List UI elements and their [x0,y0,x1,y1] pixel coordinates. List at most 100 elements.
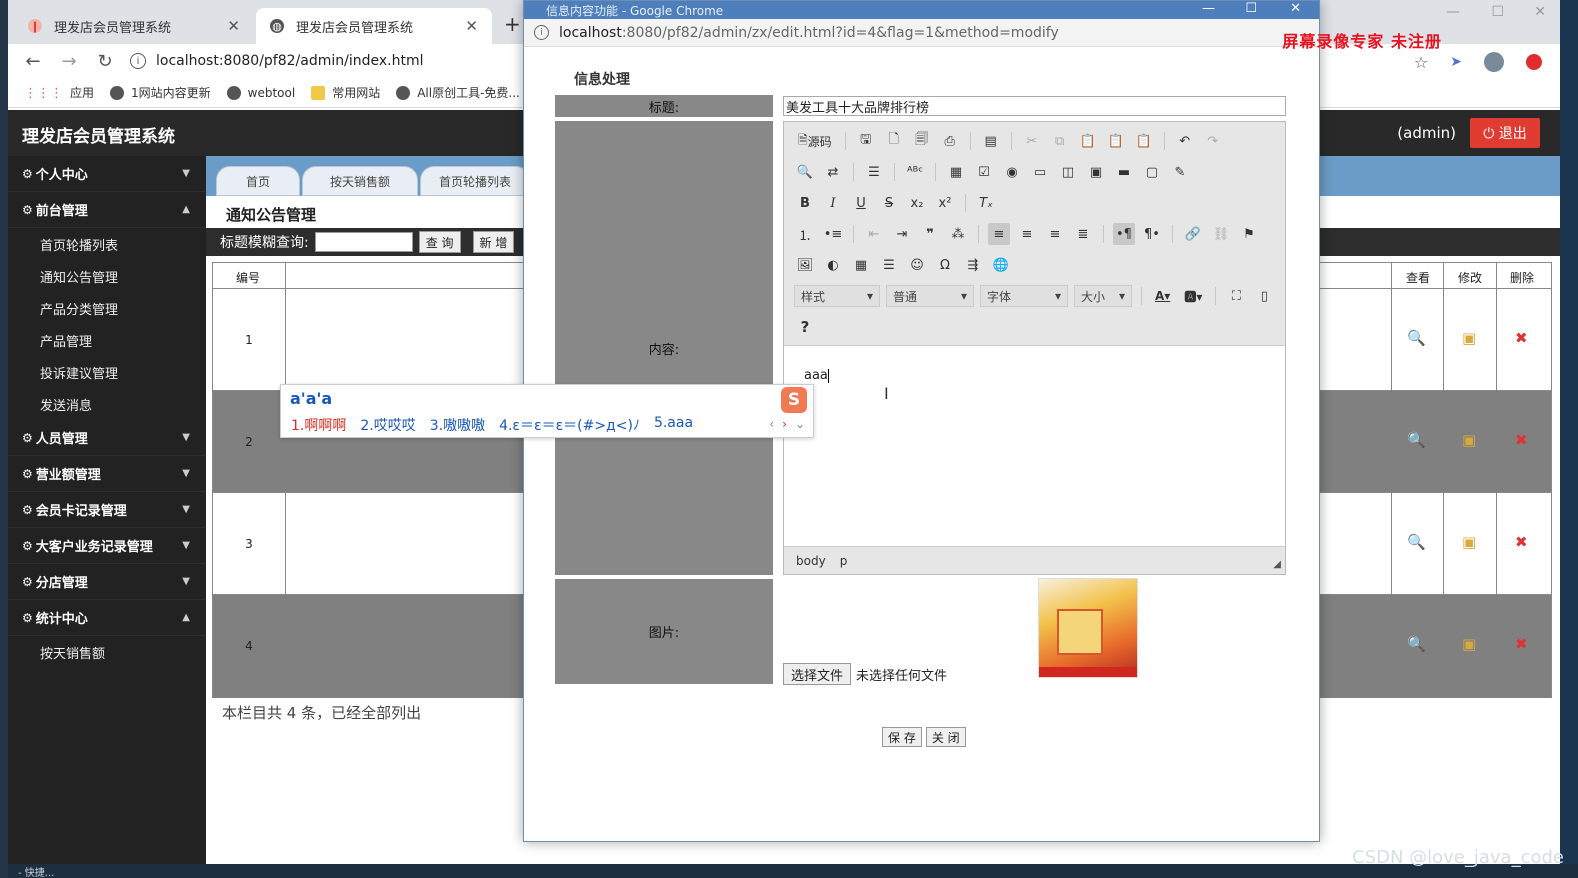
bg-color-icon[interactable]: 🅰▾ [1180,285,1206,307]
view-icon[interactable]: 🔍 [1407,533,1426,551]
button-field-icon[interactable]: ▬ [1113,161,1135,183]
address-bar[interactable]: i localhost:8080/pf82/admin/index.html [130,53,423,69]
text-color-icon[interactable]: A▾ [1151,285,1174,307]
link-icon[interactable]: 🔗 [1182,223,1204,245]
smiley-icon[interactable]: ☺ [906,254,928,276]
chevron-left-icon[interactable]: ‹ [769,417,774,431]
add-button[interactable]: 新 增 [472,231,515,253]
anchor-flag-icon[interactable]: ⚑ [1238,223,1260,245]
table-icon[interactable]: ▦ [850,254,872,276]
template-icon[interactable]: ▤ [980,130,1002,152]
copy-icon[interactable]: ⧉ [1049,130,1071,152]
unlink-icon[interactable]: ⛓ [1210,223,1232,245]
edit-icon[interactable]: ▣ [1462,431,1476,449]
path-p[interactable]: p [840,554,848,568]
info-icon[interactable]: i [534,25,549,40]
star-icon[interactable]: ☆ [1414,53,1428,72]
update-icon[interactable] [1526,54,1542,70]
special-char-icon[interactable]: Ω [934,254,956,276]
menu-branches[interactable]: ⚙ 分店管理 ▼ [8,564,206,600]
view-icon[interactable]: 🔍 [1407,431,1426,449]
reload-icon[interactable]: ↻ [94,51,116,72]
select-field-icon[interactable]: ▣ [1085,161,1107,183]
flash-icon[interactable]: ◐ [822,254,844,276]
form-icon[interactable]: ▦ [945,161,967,183]
bookmark-item[interactable]: 1网站内容更新 [110,84,211,101]
cut-icon[interactable]: ✂ [1021,130,1043,152]
avatar[interactable] [1484,52,1504,72]
search-input[interactable] [314,232,413,252]
browser-tab-2[interactable]: ◍ 理发店会员管理系统 ✕ [256,8,492,44]
tab-carousel[interactable]: 首页轮播列表 [420,166,530,196]
paste-word-icon[interactable]: 📋 [1133,130,1155,152]
subscript-icon[interactable]: x₂ [906,192,928,214]
forward-icon[interactable]: → [58,51,80,72]
hidden-field-icon[interactable]: ✎ [1169,161,1191,183]
maximize-icon[interactable]: ☐ [1245,1,1257,16]
paste-icon[interactable]: 📋 [1077,130,1099,152]
view-icon[interactable]: 🔍 [1407,635,1426,653]
redo-icon[interactable]: ↷ [1202,130,1224,152]
sidebar-item-product-categories[interactable]: 产品分类管理 [8,292,206,324]
iframe-icon[interactable]: 🌐 [990,254,1012,276]
delete-icon[interactable]: ✖ [1515,635,1528,653]
ime-candidate[interactable]: 1.啊啊啊 [291,415,346,435]
sidebar-item-notices[interactable]: 通知公告管理 [8,260,206,292]
sidebar-item-daily-sales[interactable]: 按天销售额 [8,636,206,668]
maximize-editor-icon[interactable]: ⛶ [1225,285,1247,307]
chevron-down-icon[interactable]: ⌄ [795,417,805,431]
sidebar-item-complaints[interactable]: 投诉建议管理 [8,356,206,388]
textarea-icon[interactable]: ◫ [1057,161,1079,183]
align-center-icon[interactable]: ≡ [1016,223,1038,245]
ltr-icon[interactable]: •¶ [1113,223,1135,245]
minimize-icon[interactable]: — [1446,4,1460,20]
search-button[interactable]: 查 询 [418,231,461,253]
ime-candidate[interactable]: 4.ε＝ε＝ε＝(#>д<)ﾉ [499,415,640,435]
menu-front-management[interactable]: ⚙ 前台管理 ▲ [8,192,206,228]
browser-tab-1[interactable]: ❙ 理发店会员管理系统 ✕ [14,8,254,44]
bookmark-folder[interactable]: 常用网站 [311,84,380,101]
paste-text-icon[interactable]: 📋 [1105,130,1127,152]
ime-candidate[interactable]: 3.嗷嗷嗷 [430,415,485,435]
textfield-icon[interactable]: ▭ [1029,161,1051,183]
ime-candidate[interactable]: 5.aaa [654,415,693,435]
edit-icon[interactable]: ▣ [1462,635,1476,653]
select-all-icon[interactable]: ☰ [863,161,885,183]
italic-icon[interactable]: I [822,192,844,214]
rtl-icon[interactable]: ¶• [1141,223,1163,245]
bookmark-apps[interactable]: ⋮⋮⋮ 应用 [24,84,94,101]
tab-daily-sales[interactable]: 按天销售额 [302,166,418,196]
help-button[interactable]: ? [794,316,816,338]
menu-staff[interactable]: ⚙ 人员管理 ▼ [8,420,206,456]
logout-button[interactable]: ⏻ 退出 [1470,118,1540,148]
font-dropdown[interactable]: 字体 ▾ [980,285,1068,307]
delete-icon[interactable]: ✖ [1515,431,1528,449]
div-container-icon[interactable]: ⁂ [947,223,969,245]
horizontal-rule-icon[interactable]: ☰ [878,254,900,276]
delete-icon[interactable]: ✖ [1515,329,1528,347]
ime-candidate[interactable]: 2.哎哎哎 [360,415,415,435]
bullet-list-icon[interactable]: •≡ [822,223,844,245]
align-right-icon[interactable]: ≡ [1044,223,1066,245]
format-dropdown[interactable]: 普通 ▾ [886,285,974,307]
indent-icon[interactable]: ⇥ [891,223,913,245]
minimize-icon[interactable]: — [1202,1,1215,16]
close-window-icon[interactable]: ✕ [1290,1,1301,16]
close-icon[interactable]: ✕ [227,17,240,35]
radio-icon[interactable]: ◉ [1001,161,1023,183]
menu-vip-business[interactable]: ⚙ 大客户业务记录管理 ▼ [8,528,206,564]
maximize-icon[interactable]: ☐ [1491,4,1504,20]
new-tab-button[interactable]: + [504,12,521,36]
tab-home[interactable]: 首页 [216,166,300,196]
view-icon[interactable]: 🔍 [1407,329,1426,347]
align-left-icon[interactable]: ≡ [988,223,1010,245]
image-button-icon[interactable]: ▢ [1141,161,1163,183]
page-break-icon[interactable]: ⇶ [962,254,984,276]
image-icon[interactable]: 🖼 [794,254,816,276]
close-window-icon[interactable]: ✕ [1534,4,1546,20]
path-body[interactable]: body [796,554,826,568]
info-icon[interactable]: i [130,53,146,69]
edit-icon[interactable]: ▣ [1462,533,1476,551]
outdent-icon[interactable]: ⇤ [863,223,885,245]
checkbox-icon[interactable]: ☑ [973,161,995,183]
